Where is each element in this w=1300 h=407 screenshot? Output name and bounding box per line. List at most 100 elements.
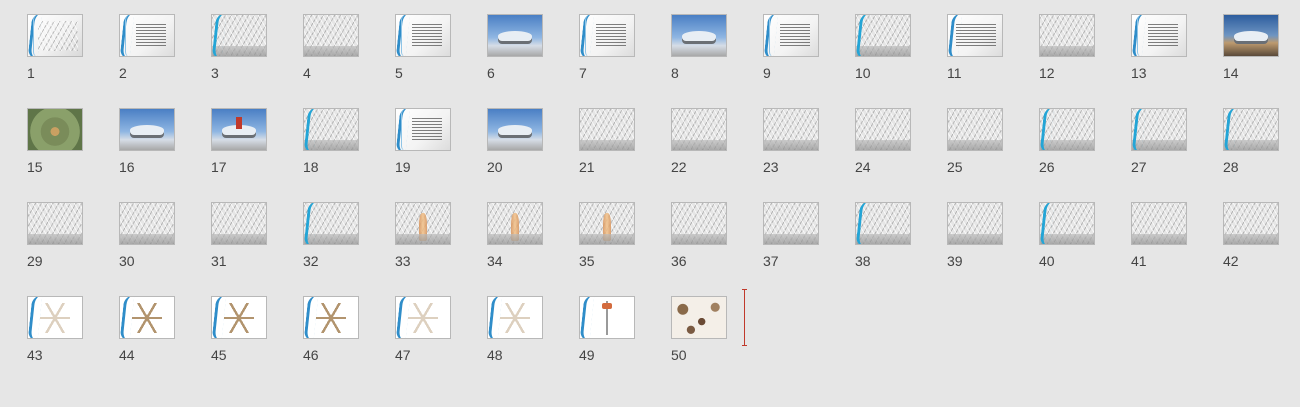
slide-number: 43 — [27, 347, 43, 363]
slide-preview — [579, 108, 635, 151]
slide-preview — [27, 202, 83, 245]
blue-swoosh-graphic — [580, 297, 595, 338]
slide-number: 27 — [1131, 159, 1147, 175]
slide-thumbnail-50[interactable]: 50 — [671, 296, 727, 363]
slide-preview — [487, 202, 543, 245]
slide-number: 41 — [1131, 253, 1147, 269]
slide-thumbnail-21[interactable]: 21 — [579, 108, 635, 175]
floor-graphic — [580, 234, 634, 244]
plan-drawing-graphic — [40, 303, 70, 333]
slide-thumbnail-25[interactable]: 25 — [947, 108, 1003, 175]
slide-number: 35 — [579, 253, 595, 269]
plan-drawing-graphic — [500, 303, 530, 333]
slide-number: 46 — [303, 347, 319, 363]
slide-thumbnail-27[interactable]: 27 — [1131, 108, 1187, 175]
slide-preview — [27, 108, 83, 151]
slide-number: 11 — [947, 65, 962, 81]
slide-thumbnail-23[interactable]: 23 — [763, 108, 819, 175]
slide-text-block — [596, 24, 626, 46]
slide-thumbnail-49[interactable]: 49 — [579, 296, 635, 363]
slide-thumbnail-47[interactable]: 47 — [395, 296, 451, 363]
slide-thumbnail-34[interactable]: 34 — [487, 202, 543, 269]
slide-number: 39 — [947, 253, 963, 269]
slide-thumbnail-32[interactable]: 32 — [303, 202, 359, 269]
slide-thumbnail-12[interactable]: 12 — [1039, 14, 1095, 81]
slide-number: 49 — [579, 347, 595, 363]
slide-thumbnail-48[interactable]: 48 — [487, 296, 543, 363]
slide-thumbnail-44[interactable]: 44 — [119, 296, 175, 363]
slide-number: 36 — [671, 253, 687, 269]
slide-preview — [855, 202, 911, 245]
slide-thumbnail-2[interactable]: 2 — [119, 14, 175, 81]
slide-thumbnail-22[interactable]: 22 — [671, 108, 727, 175]
slide-preview — [1039, 14, 1095, 57]
slide-thumbnail-43[interactable]: 43 — [27, 296, 83, 363]
slide-thumbnail-26[interactable]: 26 — [1039, 108, 1095, 175]
slide-thumbnail-31[interactable]: 31 — [211, 202, 267, 269]
slide-text-block — [956, 24, 996, 46]
slide-preview — [671, 14, 727, 57]
slide-thumbnail-11[interactable]: 11 — [947, 14, 1003, 81]
slide-thumbnail-30[interactable]: 30 — [119, 202, 175, 269]
slide-thumbnail-40[interactable]: 40 — [1039, 202, 1095, 269]
slide-number: 8 — [671, 65, 679, 81]
slide-thumbnail-24[interactable]: 24 — [855, 108, 911, 175]
slide-thumbnail-33[interactable]: 33 — [395, 202, 451, 269]
slide-thumbnail-10[interactable]: 10 — [855, 14, 911, 81]
plan-drawing-graphic — [224, 303, 254, 333]
floor-graphic — [672, 234, 726, 244]
slide-thumbnail-3[interactable]: 3 — [211, 14, 267, 81]
slide-thumbnail-35[interactable]: 35 — [579, 202, 635, 269]
red-banner-graphic — [236, 117, 242, 129]
slide-thumbnail-28[interactable]: 28 — [1223, 108, 1279, 175]
slide-number: 40 — [1039, 253, 1055, 269]
slide-thumbnail-46[interactable]: 46 — [303, 296, 359, 363]
slide-number: 22 — [671, 159, 687, 175]
slide-preview — [763, 202, 819, 245]
slide-thumbnail-14[interactable]: 14 — [1223, 14, 1279, 81]
slide-thumbnail-17[interactable]: 17 — [211, 108, 267, 175]
slide-thumbnail-1[interactable]: 1 — [27, 14, 83, 81]
slide-thumbnail-5[interactable]: 5 — [395, 14, 451, 81]
slide-thumbnail-39[interactable]: 39 — [947, 202, 1003, 269]
slide-thumbnail-37[interactable]: 37 — [763, 202, 819, 269]
slide-preview — [1039, 108, 1095, 151]
slide-preview — [119, 108, 175, 151]
slide-thumbnail-36[interactable]: 36 — [671, 202, 727, 269]
floor-graphic — [580, 140, 634, 150]
slide-thumbnail-4[interactable]: 4 — [303, 14, 359, 81]
slide-thumbnail-19[interactable]: 19 — [395, 108, 451, 175]
slide-thumbnail-9[interactable]: 9 — [763, 14, 819, 81]
slide-thumbnail-6[interactable]: 6 — [487, 14, 543, 81]
slide-number: 13 — [1131, 65, 1147, 81]
slide-thumbnail-18[interactable]: 18 — [303, 108, 359, 175]
slide-number: 30 — [119, 253, 135, 269]
slide-thumbnail-38[interactable]: 38 — [855, 202, 911, 269]
floor-graphic — [764, 234, 818, 244]
slide-thumbnail-41[interactable]: 41 — [1131, 202, 1187, 269]
slide-number: 28 — [1223, 159, 1239, 175]
slide-thumbnail-42[interactable]: 42 — [1223, 202, 1279, 269]
terminal-building-graphic — [498, 31, 532, 41]
slide-text-block — [412, 24, 442, 46]
slide-number: 14 — [1223, 65, 1239, 81]
slide-number: 21 — [579, 159, 595, 175]
slide-thumbnail-8[interactable]: 8 — [671, 14, 727, 81]
slide-thumbnail-16[interactable]: 16 — [119, 108, 175, 175]
slide-thumbnail-7[interactable]: 7 — [579, 14, 635, 81]
slide-number: 42 — [1223, 253, 1239, 269]
slide-thumbnail-20[interactable]: 20 — [487, 108, 543, 175]
slide-preview — [395, 108, 451, 151]
slide-thumbnail-29[interactable]: 29 — [27, 202, 83, 269]
slide-preview — [947, 202, 1003, 245]
slide-preview — [579, 202, 635, 245]
slide-preview — [1131, 108, 1187, 151]
slide-number: 32 — [303, 253, 319, 269]
slide-number: 31 — [211, 253, 227, 269]
slide-thumbnail-15[interactable]: 15 — [27, 108, 83, 175]
floor-graphic — [120, 234, 174, 244]
floor-graphic — [396, 234, 450, 244]
slide-thumbnail-13[interactable]: 13 — [1131, 14, 1187, 81]
slide-thumbnail-45[interactable]: 45 — [211, 296, 267, 363]
terminal-building-graphic — [682, 31, 716, 41]
